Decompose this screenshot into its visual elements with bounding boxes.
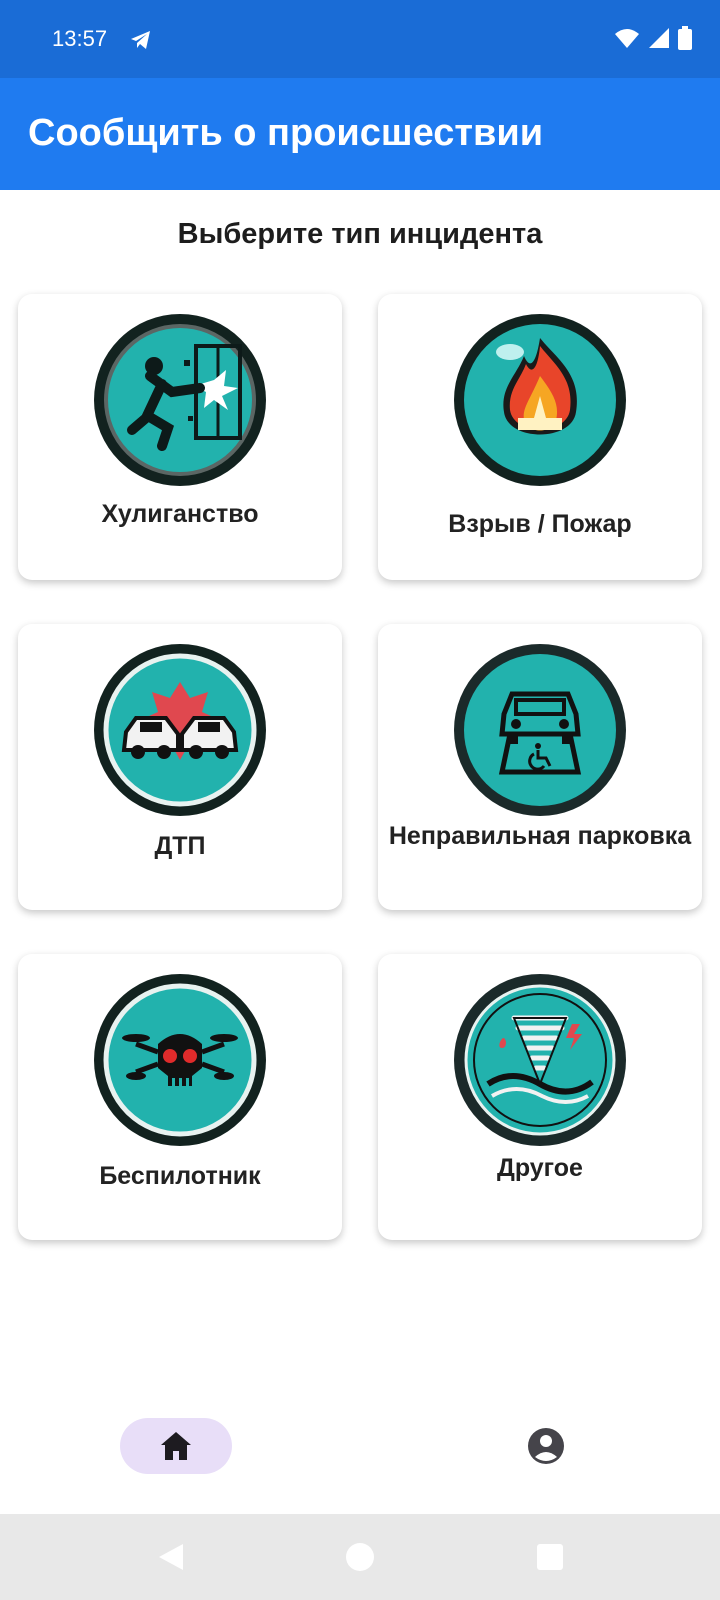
drone-icon	[92, 972, 268, 1148]
system-recents-button[interactable]	[535, 1542, 565, 1572]
incident-card-label: Взрыв / Пожар	[448, 510, 632, 538]
incident-card-label: Хулиганство	[101, 500, 259, 528]
incident-card-label: Беспилотник	[99, 1162, 261, 1190]
incident-card-car-crash[interactable]: ДТП	[18, 624, 342, 910]
bottom-navigation	[0, 1380, 720, 1514]
incident-card-vandalism[interactable]: Хулиганство	[18, 294, 342, 580]
system-home-button[interactable]	[345, 1542, 375, 1572]
wrong-parking-icon	[452, 642, 628, 818]
home-circle-icon	[346, 1543, 374, 1571]
system-navigation-bar	[0, 1514, 720, 1600]
app-bar: Сообщить о происшествии	[0, 78, 720, 190]
recents-square-icon	[537, 1544, 563, 1570]
car-crash-icon	[92, 642, 268, 818]
account-icon	[528, 1428, 564, 1464]
incident-card-label: Неправильная парковка	[388, 822, 692, 850]
vandalism-icon	[92, 312, 268, 488]
incident-type-prompt: Выберите тип инцидента	[177, 218, 543, 250]
status-time: 13:57	[52, 26, 108, 51]
wifi-icon	[615, 29, 639, 48]
telegram-icon	[131, 31, 150, 49]
system-icons	[614, 26, 692, 50]
page-title: Сообщить о происшествии	[28, 112, 544, 154]
incident-card-label: Другое	[497, 1154, 583, 1182]
nav-home-button[interactable]	[120, 1418, 232, 1474]
home-icon	[161, 1432, 191, 1460]
incident-card-other[interactable]: Другое	[378, 954, 702, 1240]
incident-card-fire[interactable]: Взрыв / Пожар	[378, 294, 702, 580]
back-triangle-icon	[159, 1544, 183, 1570]
battery-icon	[678, 26, 692, 50]
fire-icon	[452, 312, 628, 488]
tornado-icon	[452, 972, 628, 1148]
nav-profile-button[interactable]	[518, 1418, 574, 1474]
incident-card-label: ДТП	[154, 832, 206, 860]
incident-card-wrong-parking[interactable]: Неправильная парковка	[378, 624, 702, 910]
system-back-button[interactable]	[156, 1542, 186, 1572]
incident-card-drone[interactable]: Беспилотник	[18, 954, 342, 1240]
signal-icon	[649, 28, 669, 48]
status-bar: 13:57	[0, 0, 720, 78]
